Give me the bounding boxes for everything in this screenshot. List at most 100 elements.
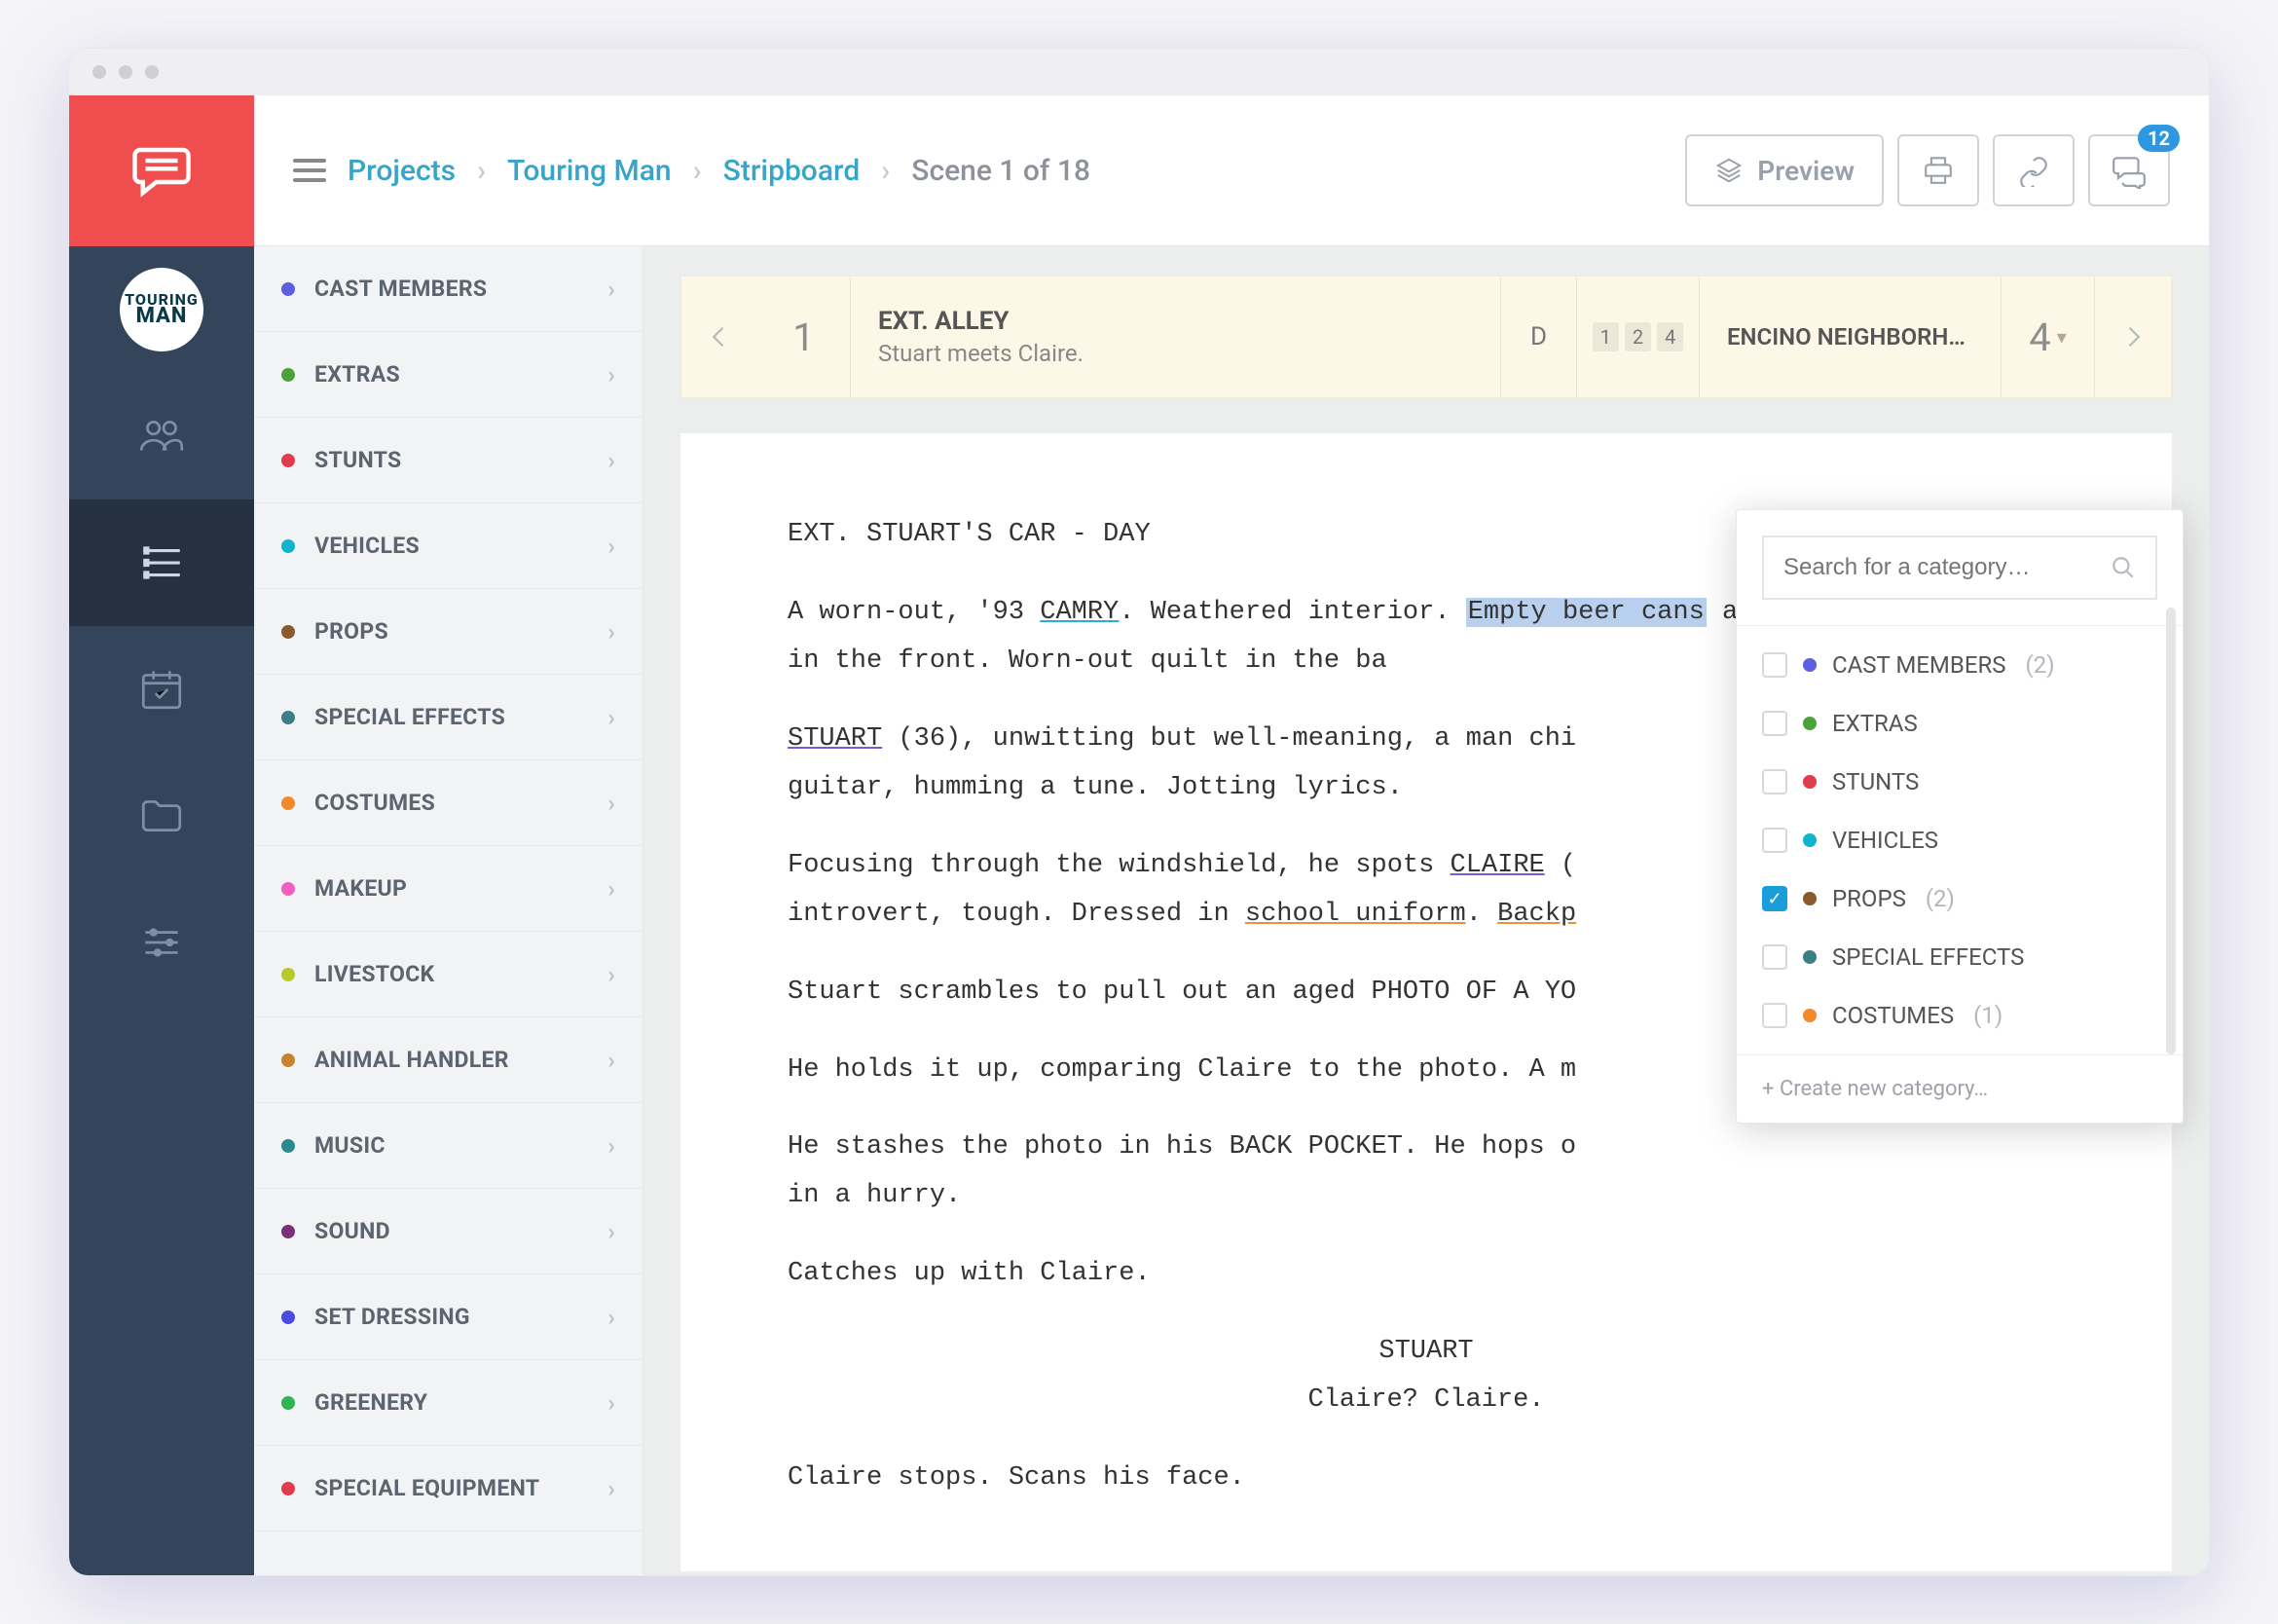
checkbox[interactable] [1762, 944, 1787, 970]
category-dot-icon [281, 1310, 295, 1324]
print-button[interactable] [1897, 134, 1979, 206]
category-dot-icon [281, 968, 295, 981]
popover-category-row[interactable]: SPECIAL EFFECTS [1737, 928, 2183, 986]
category-row[interactable]: PROPS› [254, 589, 643, 675]
crumb-projects[interactable]: Projects [348, 154, 456, 188]
strip-next[interactable] [2095, 277, 2171, 397]
crumb-project[interactable]: Touring Man [507, 154, 671, 188]
category-row[interactable]: VEHICLES› [254, 503, 643, 589]
popover-category-row[interactable]: STUNTS [1737, 753, 2183, 811]
window-titlebar [69, 49, 2209, 95]
checkbox[interactable] [1762, 711, 1787, 736]
category-row[interactable]: SPECIAL EQUIPMENT› [254, 1446, 643, 1532]
checkbox[interactable] [1762, 652, 1787, 678]
category-label: GREENERY [314, 1389, 427, 1416]
category-row[interactable]: SOUND› [254, 1189, 643, 1274]
category-search[interactable] [1762, 535, 2157, 600]
content-area: 1 EXT. ALLEY Stuart meets Claire. D 124 … [643, 246, 2209, 1575]
strip-pages[interactable]: 4 ▾ [2002, 277, 2095, 397]
category-row[interactable]: MAKEUP› [254, 846, 643, 932]
chevron-down-icon: ▾ [2057, 325, 2067, 349]
calendar-icon [137, 665, 186, 714]
checkbox[interactable] [1762, 1003, 1787, 1028]
crumb-section[interactable]: Stripboard [723, 154, 861, 188]
rail-calendar[interactable] [69, 626, 254, 753]
category-row[interactable]: ANIMAL HANDLER› [254, 1017, 643, 1103]
scrollbar[interactable] [2166, 625, 2176, 1054]
category-row[interactable]: SET DRESSING› [254, 1274, 643, 1360]
popover-category-row[interactable]: EXTRAS [1737, 694, 2183, 753]
character-cue: STUART [788, 1328, 2065, 1377]
tagged-cast[interactable]: CLAIRE [1451, 851, 1545, 880]
popover-category-row[interactable]: CAST MEMBERS(2) [1737, 636, 2183, 694]
category-row[interactable]: MUSIC› [254, 1103, 643, 1189]
rail-files[interactable] [69, 753, 254, 879]
project-badge: TOURING MAN [120, 268, 203, 351]
link-button[interactable] [1993, 134, 2075, 206]
category-row[interactable]: LIVESTOCK› [254, 932, 643, 1017]
category-row[interactable]: EXTRAS› [254, 332, 643, 418]
tagged-costume[interactable]: Backp [1497, 900, 1576, 929]
popover-category-count: (2) [2026, 651, 2055, 679]
tagged-cast[interactable]: STUART [788, 724, 882, 754]
category-row[interactable]: GREENERY› [254, 1360, 643, 1446]
rail-stripboard[interactable] [69, 499, 254, 626]
rail-project[interactable]: TOURING MAN [69, 246, 254, 373]
logo-tile[interactable] [69, 95, 254, 246]
category-dot-icon [1803, 950, 1817, 964]
topbar: Projects › Touring Man › Stripboard › Sc… [254, 95, 2209, 246]
app-window: TOURING MAN [68, 48, 2210, 1576]
window-dot[interactable] [119, 65, 132, 79]
category-dot-icon [281, 454, 295, 467]
cast-tag: 1 [1593, 322, 1619, 351]
tagged-selection[interactable]: Empty beer cans [1466, 598, 1707, 627]
create-category-link[interactable]: + Create new category… [1737, 1054, 2183, 1123]
category-dot-icon [281, 282, 295, 296]
window-dot[interactable] [92, 65, 106, 79]
printer-icon [1922, 154, 1955, 187]
tagged-costume[interactable]: school uniform [1245, 900, 1466, 929]
popover-category-row[interactable]: COSTUMES(1) [1737, 986, 2183, 1045]
toolbar: Preview 12 [1685, 134, 2170, 206]
popover-category-row[interactable]: ✓PROPS(2) [1737, 869, 2183, 928]
chevron-right-icon: › [607, 790, 615, 817]
dialogue: Claire? Claire. [788, 1377, 2065, 1425]
chevron-right-icon: › [693, 154, 702, 188]
checkbox[interactable] [1762, 769, 1787, 794]
strip-title[interactable]: EXT. ALLEY Stuart meets Claire. [851, 277, 1501, 397]
cast-tag: 2 [1625, 322, 1651, 351]
category-label: SET DRESSING [314, 1304, 470, 1330]
category-search-input[interactable] [1783, 554, 2111, 581]
category-label: LIVESTOCK [314, 961, 434, 987]
tagged-vehicle[interactable]: CAMRY [1040, 598, 1119, 627]
category-row[interactable]: SPECIAL EFFECTS› [254, 675, 643, 760]
link-icon [2017, 154, 2050, 187]
checkbox[interactable] [1762, 828, 1787, 853]
list-rows-icon [137, 538, 186, 587]
popover-category-label: STUNTS [1832, 768, 1919, 795]
category-label: MAKEUP [314, 875, 407, 902]
menu-toggle[interactable] [293, 159, 326, 182]
chevron-right-icon: › [607, 447, 615, 474]
category-row[interactable]: CAST MEMBERS› [254, 246, 643, 332]
window-dot[interactable] [145, 65, 159, 79]
crumb-scene: Scene 1 of 18 [911, 154, 1090, 188]
chevron-right-icon: › [881, 154, 890, 188]
checkbox[interactable]: ✓ [1762, 886, 1787, 911]
preview-button[interactable]: Preview [1685, 134, 1884, 206]
popover-category-row[interactable]: VEHICLES [1737, 811, 2183, 869]
strip-number: 1 [757, 277, 851, 397]
category-dot-icon [1803, 717, 1817, 730]
category-row[interactable]: COSTUMES› [254, 760, 643, 846]
category-label: SOUND [314, 1218, 390, 1244]
rail-people[interactable] [69, 373, 254, 499]
strip-summary: Stuart meets Claire. [878, 340, 1084, 367]
messages-wrap: 12 [2088, 134, 2170, 206]
strip-prev[interactable] [681, 277, 757, 397]
category-popover-list[interactable]: CAST MEMBERS(2)EXTRAS STUNTS VEHICLES✓PROP… [1737, 625, 2183, 1054]
category-dot-icon [281, 1396, 295, 1410]
rail-settings[interactable] [69, 879, 254, 1006]
category-label: PROPS [314, 618, 388, 645]
category-row[interactable]: STUNTS› [254, 418, 643, 503]
category-label: EXTRAS [314, 361, 400, 388]
